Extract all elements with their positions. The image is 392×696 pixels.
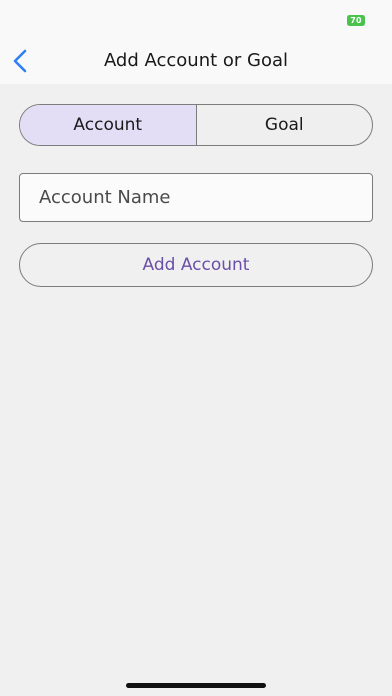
- home-indicator: [126, 683, 266, 688]
- segment-goal-label: Goal: [264, 115, 304, 135]
- segment-goal[interactable]: Goal: [195, 105, 373, 145]
- segment-account[interactable]: Account: [20, 105, 196, 145]
- account-goal-segmented-control: Account Goal: [19, 104, 373, 146]
- segment-account-label: Account: [73, 115, 143, 135]
- battery-level: 70: [350, 16, 362, 25]
- add-account-label: Add Account: [142, 255, 250, 275]
- navigation-bar: [0, 0, 392, 84]
- page-title: Add Account or Goal: [103, 50, 289, 71]
- battery-indicator: 70: [347, 15, 365, 26]
- account-name-field[interactable]: [19, 173, 373, 222]
- add-account-button[interactable]: Add Account: [19, 243, 373, 287]
